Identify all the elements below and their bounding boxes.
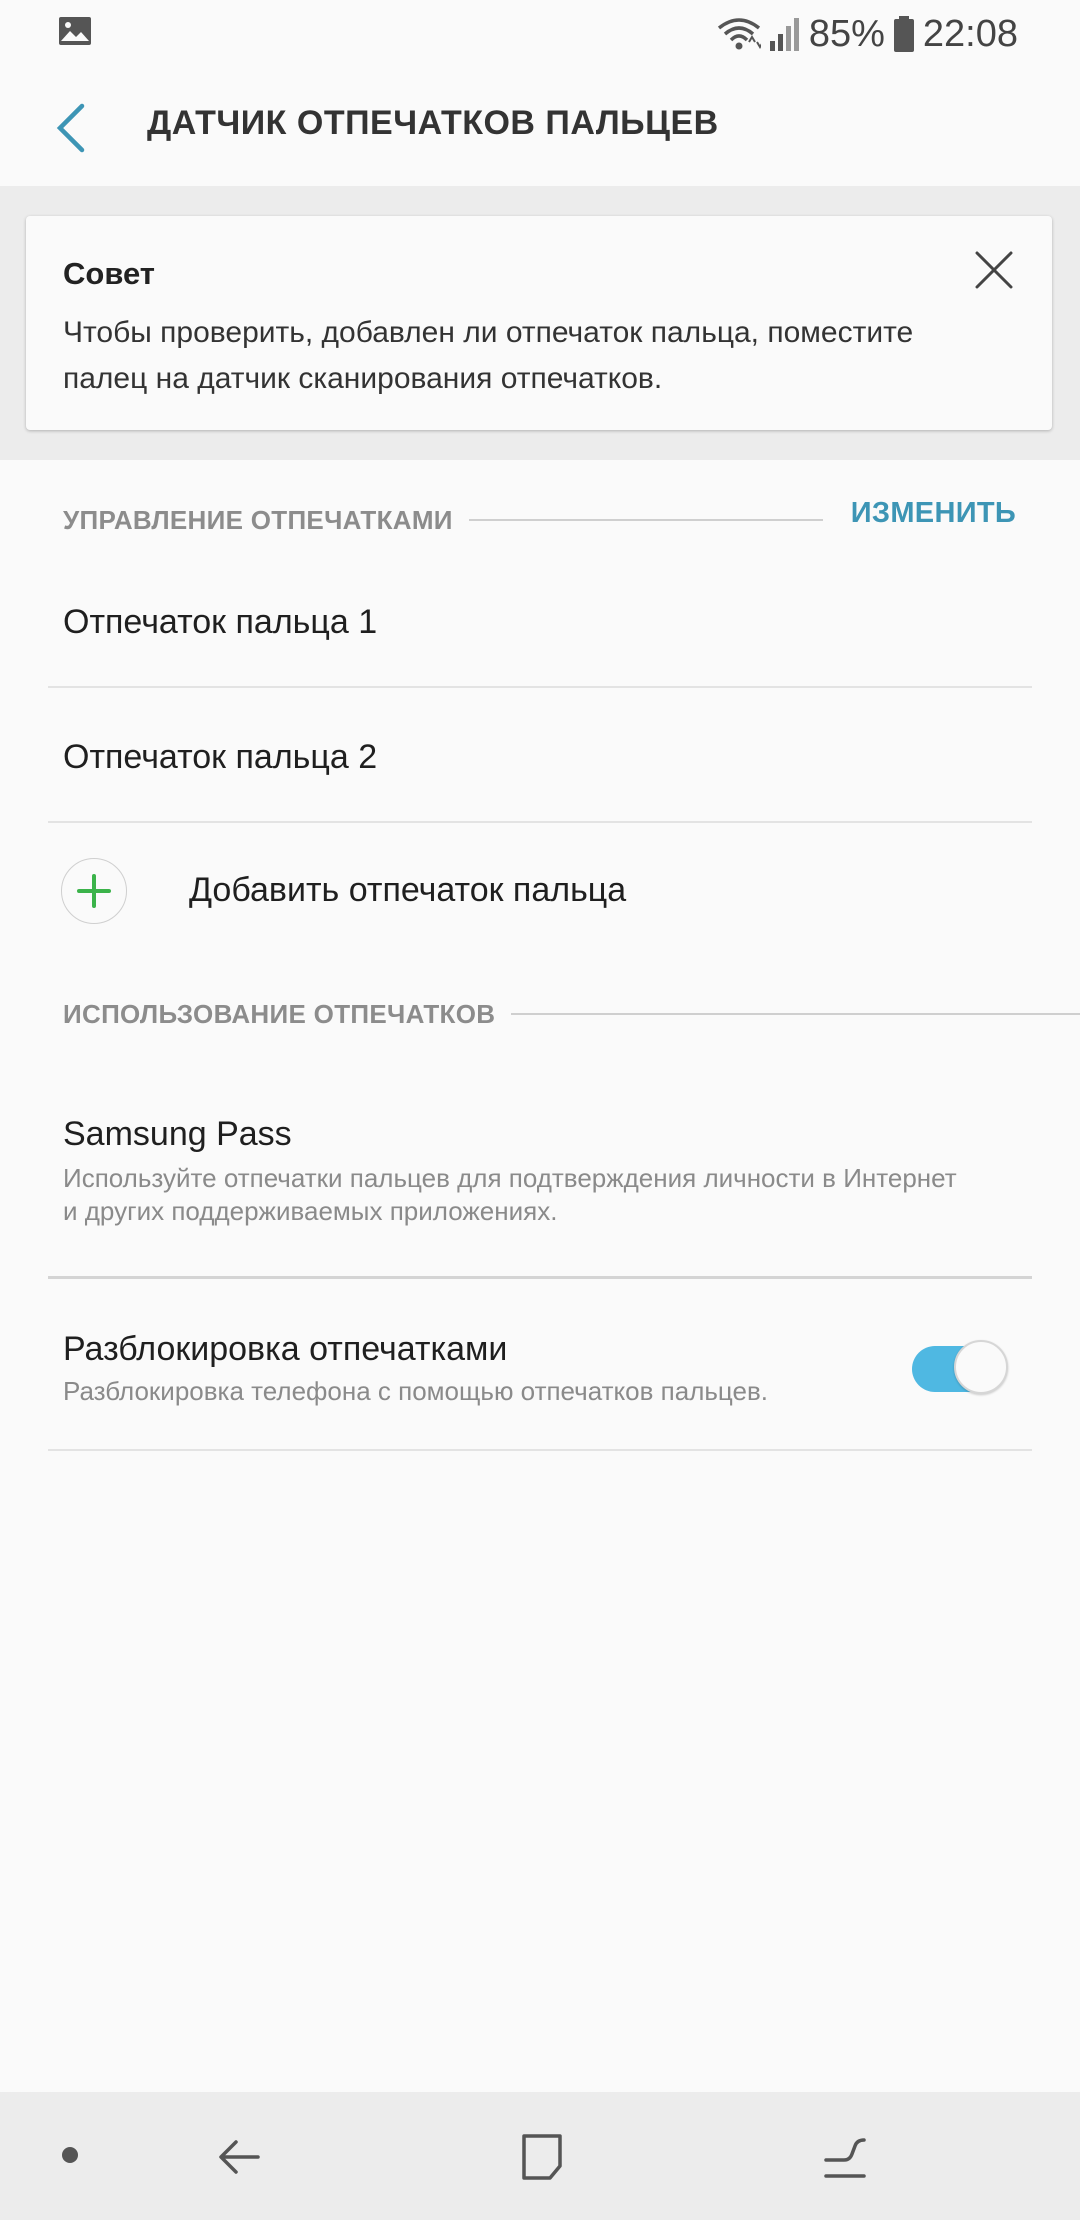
section-line xyxy=(511,1013,1080,1015)
tip-area: Совет Чтобы проверить, добавлен ли отпеч… xyxy=(0,186,1080,460)
list-item-fingerprint-2[interactable]: Отпечаток пальца 2 xyxy=(63,738,377,777)
status-icons: 85% 22:08 xyxy=(717,8,1018,60)
section-header-management: УПРАВЛЕНИЕ ОТПЕЧАТКАМИ xyxy=(63,500,823,540)
signal-icon xyxy=(769,18,799,51)
add-fingerprint-label[interactable]: Добавить отпечаток пальца xyxy=(189,871,626,910)
wifi-icon xyxy=(717,18,761,50)
page-title: ДАТЧИК ОТПЕЧАТКОВ ПАЛЬЦЕВ xyxy=(147,104,719,142)
back-arrow-icon[interactable] xyxy=(50,102,94,154)
fingerprint-unlock-title: Разблокировка отпечатками xyxy=(63,1330,508,1368)
clock: 22:08 xyxy=(922,12,1018,55)
section-header-usage: ИСПОЛЬЗОВАНИЕ ОТПЕЧАТКОВ xyxy=(63,994,1080,1034)
toggle-knob xyxy=(954,1340,1008,1394)
close-icon[interactable] xyxy=(974,250,1014,290)
nav-dot-icon[interactable] xyxy=(62,2147,78,2163)
battery-percent: 85% xyxy=(808,12,885,55)
section-title: ИСПОЛЬЗОВАНИЕ ОТПЕЧАТКОВ xyxy=(63,998,496,1029)
list-item-fingerprint-1[interactable]: Отпечаток пальца 1 xyxy=(63,603,377,642)
divider xyxy=(48,686,1032,688)
fingerprint-unlock-toggle[interactable] xyxy=(912,1338,1008,1394)
plus-icon xyxy=(77,874,111,908)
navigation-bar xyxy=(0,2092,1080,2220)
section-line xyxy=(468,519,823,521)
edit-button[interactable]: ИЗМЕНИТЬ xyxy=(851,497,1016,530)
app-bar: ДАТЧИК ОТПЕЧАТКОВ ПАЛЬЦЕВ xyxy=(0,68,1080,186)
tip-text: Чтобы проверить, добавлен ли отпечаток п… xyxy=(63,316,914,395)
divider xyxy=(48,1276,1032,1279)
divider xyxy=(48,1449,1032,1451)
battery-icon xyxy=(893,16,914,52)
divider xyxy=(48,821,1032,823)
samsung-pass-title: Samsung Pass xyxy=(63,1115,292,1153)
tip-card: Совет Чтобы проверить, добавлен ли отпеч… xyxy=(26,216,1052,430)
section-title: УПРАВЛЕНИЕ ОТПЕЧАТКАМИ xyxy=(63,504,453,535)
samsung-pass-description: Используйте отпечатки пальцев для подтве… xyxy=(63,1163,957,1226)
fingerprint-unlock-description: Разблокировка телефона с помощью отпечат… xyxy=(63,1376,769,1406)
gallery-icon xyxy=(59,17,91,45)
nav-back-icon[interactable] xyxy=(214,2132,264,2182)
nav-home-icon[interactable] xyxy=(516,2132,566,2182)
tip-title: Совет xyxy=(63,256,155,291)
status-bar: 85% 22:08 xyxy=(0,0,1080,68)
add-fingerprint-button[interactable] xyxy=(61,858,127,924)
nav-recents-icon[interactable] xyxy=(820,2132,870,2182)
